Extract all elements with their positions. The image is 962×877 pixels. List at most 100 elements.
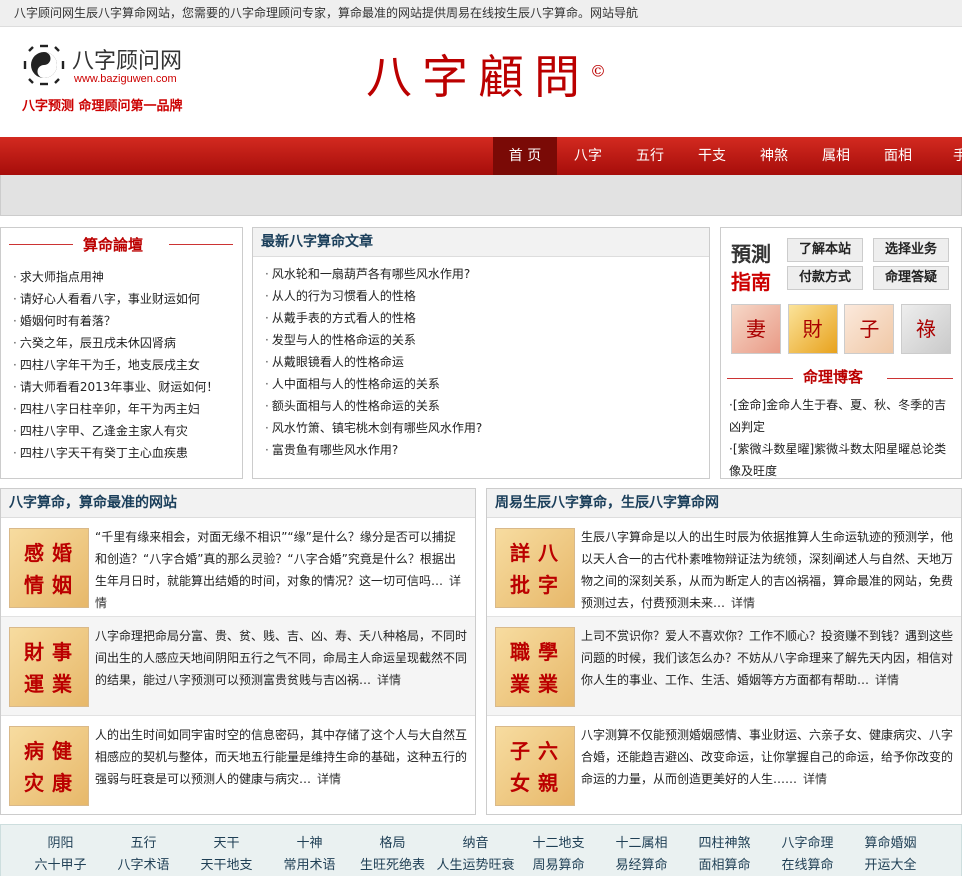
article-item[interactable]: 发型与人的性格命运的关系 [265, 329, 709, 351]
details-link[interactable]: 详情 [317, 772, 341, 786]
slogan: 八字预测 命理顾问第一品牌 [22, 99, 183, 114]
zhouyi-section-title: 周易生辰八字算命，生辰八字算命网 [487, 489, 961, 518]
wife-icon[interactable]: 妻 [731, 304, 781, 354]
details-link[interactable]: 详情 [731, 596, 755, 610]
feature-text: 八字测算不仅能预测婚姻感情、事业财运、六亲子女、健康病灾、八字合婚，还能趋吉避凶… [581, 724, 953, 790]
footer-link[interactable]: 十神 [268, 833, 351, 855]
footer-link[interactable]: 十二属相 [600, 833, 683, 855]
health-image[interactable]: 健 康 病 灾 [9, 726, 89, 806]
footer-link[interactable]: 周易算命 [517, 855, 600, 877]
forum-item[interactable]: 婚姻何时有着落？ [13, 310, 242, 332]
study-job-image[interactable]: 學 業 職 業 [495, 627, 575, 707]
guide-title-1: 預測 [731, 242, 771, 266]
footer-link[interactable]: 四柱神煞 [683, 833, 766, 855]
guide-icons: 妻 財 子 祿 [731, 304, 951, 356]
footer-link[interactable]: 五行 [102, 833, 185, 855]
footer-link[interactable]: 八字命理 [766, 833, 849, 855]
faq-button[interactable]: 命理答疑 [873, 266, 949, 290]
article-item[interactable]: 从戴手表的方式看人的性格 [265, 307, 709, 329]
footer-link[interactable]: 天干 [185, 833, 268, 855]
header: 八字顾问网 www.baziguwen.com 八字预测 命理顾问第一品牌 八字… [0, 27, 962, 137]
forum-item[interactable]: 请大师看看2013年事业、财运如何！ [13, 376, 242, 398]
main-nav: 首 页 八字 五行 干支 神煞 属相 面相 手 [0, 137, 962, 175]
marriage-image[interactable]: 婚 姻 感 情 [9, 528, 89, 608]
forum-item[interactable]: 四柱八字甲、乙逢金主家人有灾 [13, 420, 242, 442]
footer-link[interactable]: 天干地支 [185, 855, 268, 877]
nav-shouxiang[interactable]: 手 [929, 137, 962, 175]
top-info-text: 八字顾问网生辰八字算命网站，您需要的八字命理顾问专家，算命最准的网站提供周易在线… [14, 6, 639, 20]
feature-study-job: 學 業 職 業 上司不赏识你？爱人不喜欢你？工作不顺心？投资赚不到钱？遇到这些问… [487, 617, 961, 716]
footer-row-1: 阴阳 五行 天干 十神 格局 纳音 十二地支 十二属相 四柱神煞 八字命理 算命… [19, 833, 959, 855]
blog-list: ·[金命]金命人生于春、夏、秋、冬季的吉凶判定 ·[紫微斗数星曜]紫微斗数太阳星… [729, 394, 955, 482]
footer-link[interactable]: 面相算命 [683, 855, 766, 877]
footer-link[interactable]: 易经算命 [600, 855, 683, 877]
footer-link[interactable]: 格局 [351, 833, 434, 855]
forum-title: 算命論壇 [83, 236, 144, 254]
payment-method-button[interactable]: 付款方式 [787, 266, 863, 290]
footer-link[interactable]: 常用术语 [268, 855, 351, 877]
feature-career: 事 業 財 運 八字命理把命局分富、贵、贫、贱、吉、凶、寿、夭八种格局，不同时间… [1, 617, 475, 716]
nav-mianxiang[interactable]: 面相 [867, 137, 929, 175]
footer-link[interactable]: 八字术语 [102, 855, 185, 877]
career-image[interactable]: 事 業 財 運 [9, 627, 89, 707]
article-item[interactable]: 富贵鱼有哪些风水作用? [265, 439, 709, 461]
logo-title: 八字顾问网 [72, 49, 183, 74]
forum-item[interactable]: 四柱八字天干有癸丁主心血疾患 [13, 442, 242, 464]
details-link[interactable]: 详情 [875, 673, 899, 687]
details-link[interactable]: 详情 [377, 673, 401, 687]
articles-list: 风水轮和一扇葫芦各有哪些风水作用? 从人的行为习惯看人的性格 从戴手表的方式看人… [253, 263, 709, 461]
nav-shuxiang[interactable]: 属相 [805, 137, 867, 175]
logo-url: www.baziguwen.com [74, 73, 177, 85]
footer-link[interactable]: 阴阳 [19, 833, 102, 855]
article-item[interactable]: 从人的行为习惯看人的性格 [265, 285, 709, 307]
articles-panel: 最新八字算命文章 风水轮和一扇葫芦各有哪些风水作用? 从人的行为习惯看人的性格 … [252, 227, 710, 479]
forum-item[interactable]: 六癸之年，辰丑戌未休囚肾病 [13, 332, 242, 354]
footer-link[interactable]: 在线算命 [766, 855, 849, 877]
brand-title: 八字顧問© [366, 41, 606, 107]
fortune-icon[interactable]: 祿 [900, 304, 951, 354]
choose-service-button[interactable]: 选择业务 [873, 238, 949, 262]
forum-item[interactable]: 求大师指点用神 [13, 266, 242, 288]
forum-panel: 算命論壇 求大师指点用神 请好心人看看八字，事业财运如何 婚姻何时有着落？ 六癸… [0, 227, 243, 479]
footer-link[interactable]: 纳音 [434, 833, 517, 855]
article-item[interactable]: 人中面相与人的性格命运的关系 [265, 373, 709, 395]
bazi-section: 八字算命，算命最准的网站 婚 姻 感 情 “千里有缘来相会，对面无缘不相识”“缘… [0, 488, 476, 815]
footer-link[interactable]: 人生运势旺衰 [434, 855, 517, 877]
forum-list: 求大师指点用神 请好心人看看八字，事业财运如何 婚姻何时有着落？ 六癸之年，辰丑… [1, 266, 242, 464]
brand-text: 八字顧問 [366, 50, 590, 104]
nav-ganzhi[interactable]: 干支 [681, 137, 743, 175]
detailed-reading-image[interactable]: 八 字 詳 批 [495, 528, 575, 608]
footer-link[interactable]: 算命婚姻 [849, 833, 932, 855]
blog-item[interactable]: ·[金命]金命人生于春、夏、秋、冬季的吉凶判定 [729, 394, 955, 438]
details-link[interactable]: 详情 [803, 772, 827, 786]
footer-link[interactable]: 六十甲子 [19, 855, 102, 877]
article-item[interactable]: 风水轮和一扇葫芦各有哪些风水作用? [265, 263, 709, 285]
taiji-logo-icon [23, 44, 65, 86]
footer-link[interactable]: 十二地支 [517, 833, 600, 855]
nav-home[interactable]: 首 页 [493, 137, 557, 175]
nav-shensha[interactable]: 神煞 [743, 137, 805, 175]
guide-title-2: 指南 [731, 270, 771, 294]
family-image[interactable]: 六 親 子 女 [495, 726, 575, 806]
blog-item[interactable]: ·[紫微斗数星曜]紫微斗数太阳星曜总论类像及旺度 [729, 438, 955, 482]
article-item[interactable]: 从戴眼镜看人的性格命运 [265, 351, 709, 373]
site-logo[interactable]: 八字顾问网 www.baziguwen.com [18, 41, 218, 91]
article-item[interactable]: 额头面相与人的性格命运的关系 [265, 395, 709, 417]
footer-links: 阴阳 五行 天干 十神 格局 纳音 十二地支 十二属相 四柱神煞 八字命理 算命… [0, 824, 962, 876]
footer-row-2: 六十甲子 八字术语 天干地支 常用术语 生旺死绝表 人生运势旺衰 周易算命 易经… [19, 855, 959, 877]
nav-bazi[interactable]: 八字 [557, 137, 619, 175]
bazi-section-title: 八字算命，算命最准的网站 [1, 489, 475, 518]
article-item[interactable]: 风水竹箫、镇宅桃木剑有哪些风水作用? [265, 417, 709, 439]
zhouyi-section: 周易生辰八字算命，生辰八字算命网 八 字 詳 批 生辰八字算命是以人的出生时辰为… [486, 488, 962, 815]
feature-desc: 生辰八字算命是以人的出生时辰为依据推算人生命运轨迹的预测学，他以天人合一的古代朴… [581, 530, 954, 610]
forum-item[interactable]: 四柱八字年干为壬，地支辰戌主女 [13, 354, 242, 376]
forum-item[interactable]: 请好心人看看八字，事业财运如何 [13, 288, 242, 310]
feature-text: 人的出生时间如同宇宙时空的信息密码，其中存储了这个人与大自然互相感应的契机与整体… [95, 724, 467, 790]
footer-link[interactable]: 开运大全 [849, 855, 932, 877]
footer-link[interactable]: 生旺死绝表 [351, 855, 434, 877]
about-site-button[interactable]: 了解本站 [787, 238, 863, 262]
nav-wuxing[interactable]: 五行 [619, 137, 681, 175]
wealth-icon[interactable]: 財 [787, 304, 838, 354]
child-icon[interactable]: 子 [844, 304, 895, 354]
forum-item[interactable]: 四柱八字日柱辛卯，年干为丙主妇 [13, 398, 242, 420]
